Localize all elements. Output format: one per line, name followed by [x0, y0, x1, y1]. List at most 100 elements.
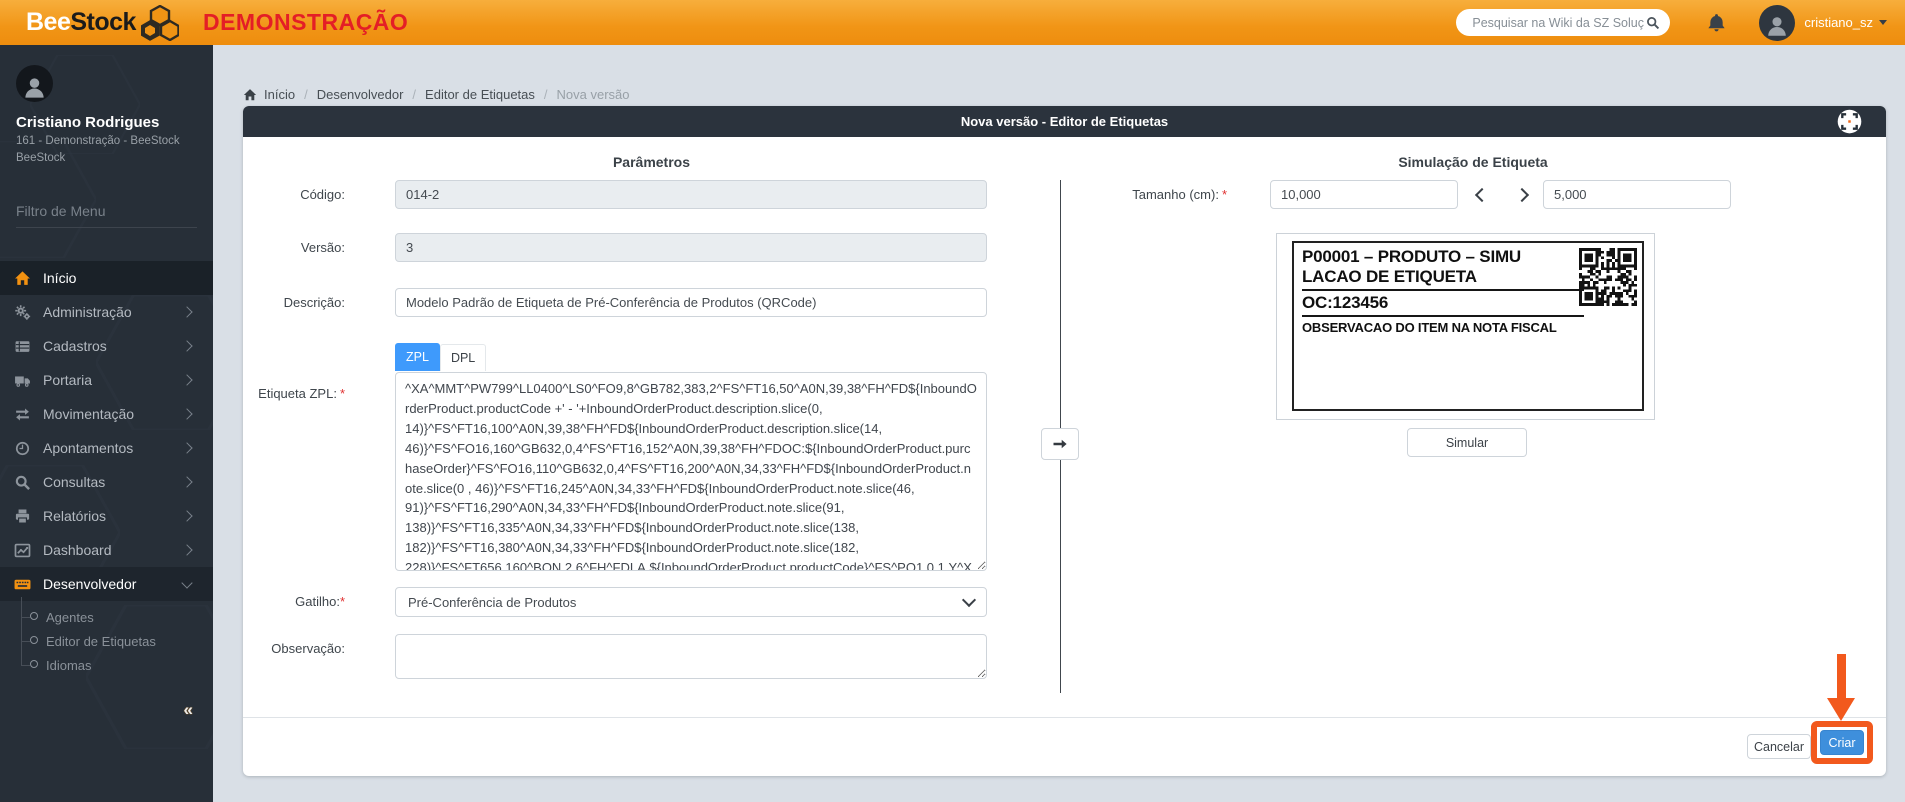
sidebar: Cristiano Rodrigues 161 - Demonstração -…	[0, 45, 213, 802]
chevron-right-icon	[181, 306, 192, 317]
breadcrumb-item-label: Desenvolvedor	[317, 87, 404, 102]
size-stepper	[1471, 180, 1533, 209]
observacao-label: Observação:	[243, 641, 345, 656]
tab-zpl[interactable]: ZPL	[395, 343, 440, 371]
sidebar-subitem-idiomas[interactable]: Idiomas	[0, 653, 213, 677]
breadcrumb-item-nova-versao: Nova versão	[557, 87, 630, 102]
breadcrumb-item-desenvolvedor[interactable]: Desenvolvedor	[317, 87, 404, 102]
label-preview-container: P00001 – PRODUTO – SIMU LACAO DE ETIQUET…	[1276, 233, 1655, 420]
editor-panel: Nova versão - Editor de Etiquetas Parâme…	[243, 106, 1886, 776]
descricao-label: Descrição:	[243, 295, 345, 310]
parameters-title: Parâmetros	[243, 154, 1060, 170]
qr-code	[1579, 248, 1637, 306]
arrow-right-icon	[1052, 436, 1068, 452]
label-language-tabs: ZPL DPL	[395, 343, 486, 371]
menu-filter-input[interactable]	[16, 203, 197, 227]
notifications-bell-icon[interactable]	[1706, 12, 1727, 34]
transfer-arrow-button[interactable]	[1041, 428, 1079, 460]
simulation-title: Simulação de Etiqueta	[1060, 154, 1886, 170]
username[interactable]: cristiano_sz	[1804, 15, 1873, 30]
breadcrumb-item-inicio[interactable]: Início	[243, 87, 295, 102]
sidebar-item-inicio[interactable]: Início	[0, 261, 213, 295]
wiki-search-input[interactable]	[1470, 15, 1646, 31]
sidebar-user-name: Cristiano Rodrigues	[16, 114, 203, 131]
cancelar-button[interactable]: Cancelar	[1747, 734, 1811, 759]
sidebar-user: Cristiano Rodrigues 161 - Demonstração -…	[16, 65, 203, 165]
top-header: BeeStock DEMONSTRAÇÃO cristiano_sz	[0, 0, 1905, 45]
user-avatar[interactable]	[1759, 5, 1795, 41]
required-asterisk: *	[340, 594, 345, 609]
truck-icon	[14, 372, 31, 389]
chevron-right-icon	[1515, 187, 1529, 201]
sidebar-subitem-editor-de-etiquetas[interactable]: Editor de Etiquetas	[0, 629, 213, 653]
tab-dpl[interactable]: DPL	[440, 344, 486, 371]
sidebar-item-relatorios[interactable]: Relatórios	[0, 499, 213, 533]
search-icon[interactable]	[1646, 16, 1660, 30]
sidebar-item-consultas[interactable]: Consultas	[0, 465, 213, 499]
chart-icon	[14, 542, 31, 559]
sidebar-item-movimentacao[interactable]: Movimentação	[0, 397, 213, 431]
gatilho-select[interactable]: Pré-Conferência de Produtos	[395, 587, 987, 617]
breadcrumb-separator: /	[412, 87, 416, 102]
keyboard-icon	[14, 576, 31, 593]
observacao-textarea[interactable]	[395, 634, 987, 679]
sidebar-item-administracao[interactable]: Administração	[0, 295, 213, 329]
sidebar-item-label: Desenvolvedor	[43, 576, 183, 592]
search-icon	[14, 474, 31, 491]
annotation-arrow	[1837, 654, 1846, 700]
sidebar-subitem-label: Idiomas	[46, 658, 92, 673]
printer-icon	[14, 508, 31, 525]
label-width-input[interactable]	[1270, 180, 1458, 209]
chevron-right-icon	[181, 476, 192, 487]
simular-button[interactable]: Simular	[1407, 428, 1527, 457]
label-height-input[interactable]	[1543, 180, 1731, 209]
home-icon	[243, 88, 257, 102]
logo-text-stock: Stock	[70, 8, 136, 37]
sidebar-item-desenvolvedor[interactable]: Desenvolvedor	[0, 567, 213, 601]
label-preview: P00001 – PRODUTO – SIMU LACAO DE ETIQUET…	[1292, 241, 1644, 411]
breadcrumb-separator: /	[544, 87, 548, 102]
menu-filter	[16, 203, 197, 228]
sidebar-item-label: Portaria	[43, 372, 183, 388]
versao-input	[395, 233, 987, 262]
breadcrumb-item-editor-de-etiquetas[interactable]: Editor de Etiquetas	[425, 87, 535, 102]
gatilho-label: Gatilho:*	[243, 594, 345, 609]
descricao-input[interactable]	[395, 288, 987, 317]
size-chevron-right-button[interactable]	[1515, 188, 1529, 202]
fullscreen-icon[interactable]	[1836, 108, 1863, 135]
label-line-4: OBSERVACAO DO ITEM NA NOTA FISCAL	[1302, 320, 1634, 336]
chevron-down-icon	[181, 577, 192, 588]
sidebar-item-label: Relatórios	[43, 508, 183, 524]
sidebar-item-dashboard[interactable]: Dashboard	[0, 533, 213, 567]
beestock-logo[interactable]: BeeStock	[26, 5, 179, 41]
criar-button[interactable]: Criar	[1820, 730, 1864, 755]
sidebar-item-label: Dashboard	[43, 542, 183, 558]
bullet-icon	[30, 660, 38, 668]
sidebar-item-portaria[interactable]: Portaria	[0, 363, 213, 397]
panel-title: Nova versão - Editor de Etiquetas	[961, 114, 1168, 129]
breadcrumb-item-label: Início	[264, 87, 295, 102]
sidebar-subitem-agentes[interactable]: Agentes	[0, 605, 213, 629]
sidebar-item-label: Início	[43, 270, 199, 286]
sidebar-item-cadastros[interactable]: Cadastros	[0, 329, 213, 363]
label-divider-line	[1302, 289, 1584, 291]
sidebar-subitem-label: Editor de Etiquetas	[46, 634, 156, 649]
sidebar-avatar	[16, 65, 53, 102]
user-menu-caret-icon[interactable]	[1879, 20, 1887, 25]
sidebar-collapse-button[interactable]: «	[184, 700, 193, 720]
label-divider-line	[1302, 315, 1584, 317]
size-chevron-left-button[interactable]	[1475, 188, 1489, 202]
gatilho-selected-value: Pré-Conferência de Produtos	[408, 595, 964, 610]
zpl-textarea[interactable]: ^XA^MMT^PW799^LL0400^LS0^FO9,8^GB782,383…	[395, 372, 987, 571]
breadcrumb-item-label: Nova versão	[557, 87, 630, 102]
required-asterisk: *	[1222, 187, 1227, 202]
sidebar-item-label: Administração	[43, 304, 183, 320]
chevron-right-icon	[181, 408, 192, 419]
tamanho-label: Tamanho (cm):*	[1063, 187, 1227, 202]
environment-label: DEMONSTRAÇÃO	[203, 9, 408, 36]
sidebar-item-label: Cadastros	[43, 338, 183, 354]
sidebar-submenu: Agentes Editor de Etiquetas Idiomas	[0, 601, 213, 679]
sidebar-user-env: BeeStock	[16, 151, 203, 165]
chevron-right-icon	[181, 544, 192, 555]
sidebar-item-apontamentos[interactable]: Apontamentos	[0, 431, 213, 465]
